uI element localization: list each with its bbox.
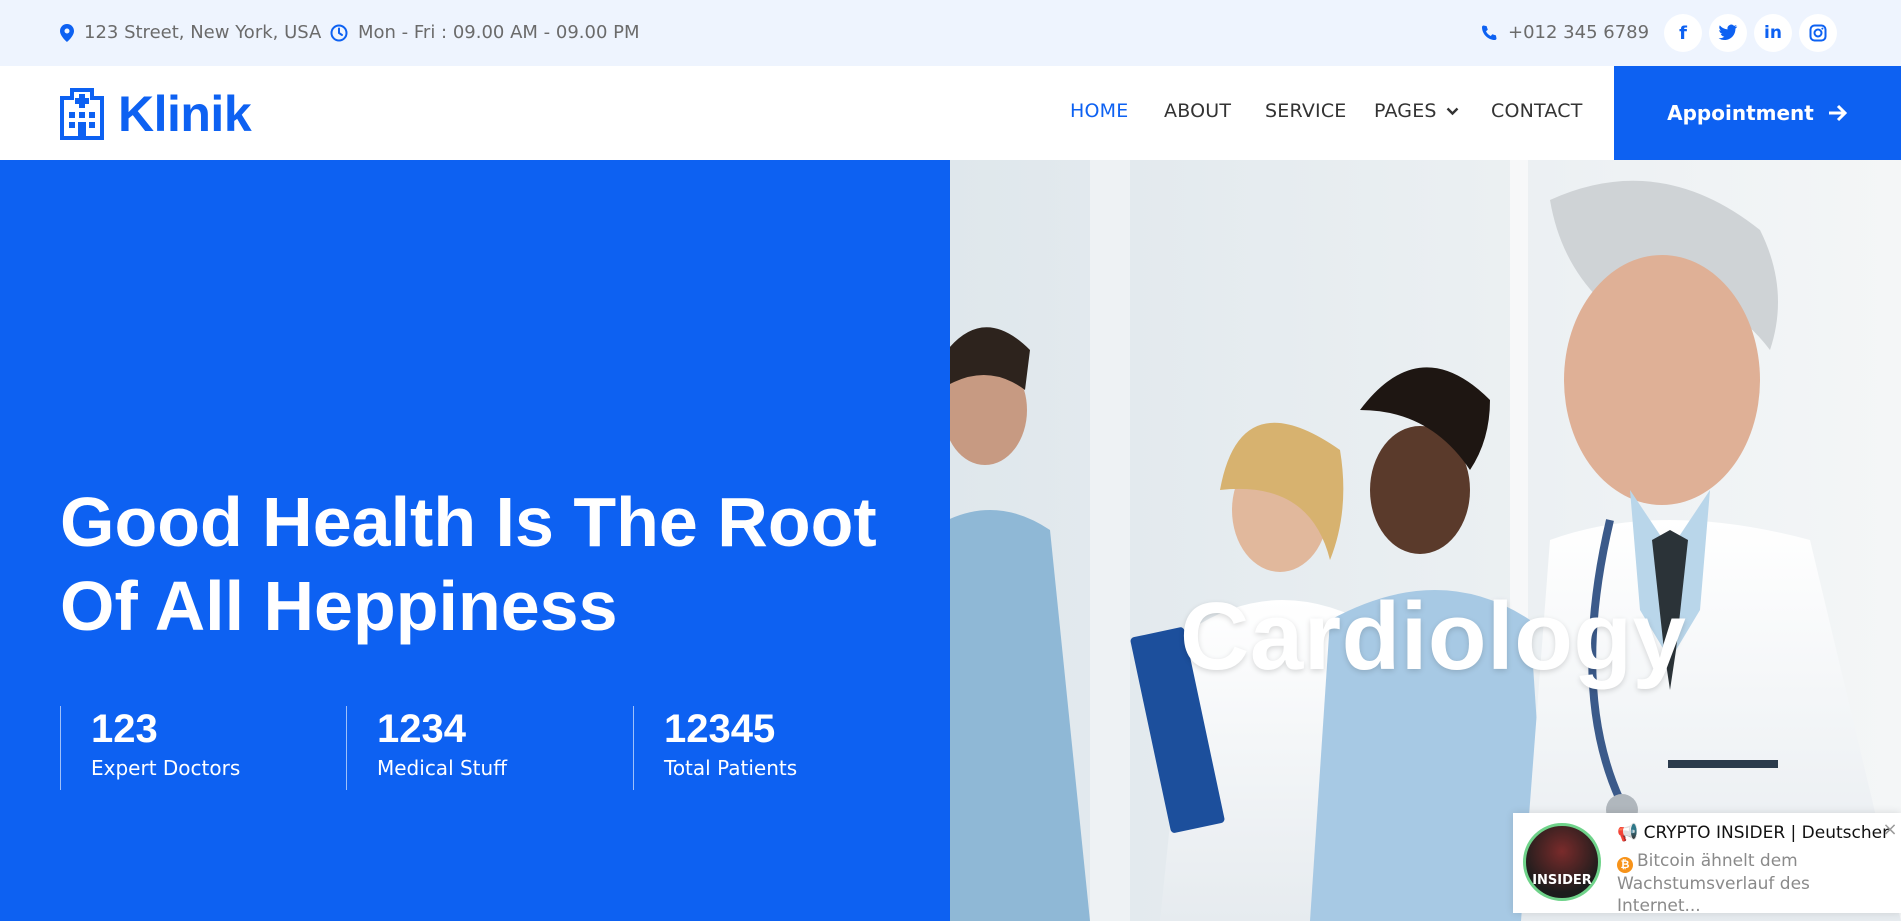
instagram-icon[interactable] [1799, 14, 1837, 52]
push-notification[interactable]: INSIDER 📢 CRYPTO INSIDER | Deutscher ₿ Bi… [1513, 813, 1901, 916]
bitcoin-icon: ₿ [1617, 857, 1633, 873]
slide-caption: Cardiology [1180, 583, 1687, 690]
clock-icon [330, 24, 348, 41]
hero-title: Good Health Is The Root Of All Heppiness [60, 483, 877, 645]
nav-pages-label: PAGES [1374, 100, 1437, 122]
notification-body: ₿ Bitcoin ähnelt dem Wachstumsverlauf des… [1617, 850, 1885, 917]
notification-title: 📢 CRYPTO INSIDER | Deutscher [1617, 823, 1890, 843]
hours-text: Mon - Fri : 09.00 AM - 09.00 PM [358, 22, 640, 43]
nav-about[interactable]: ABOUT [1164, 100, 1231, 122]
stat-label: Expert Doctors [91, 756, 241, 780]
stat-value: 12345 [664, 707, 776, 751]
twitter-icon[interactable] [1709, 14, 1747, 52]
appointment-button[interactable]: Appointment [1614, 66, 1901, 160]
address-item: 123 Street, New York, USA [60, 22, 321, 43]
facebook-icon[interactable]: f [1664, 14, 1702, 52]
stat-value: 1234 [377, 707, 466, 751]
map-marker-icon [60, 23, 74, 42]
brand-name: Klinik [118, 86, 252, 142]
stat-value: 123 [91, 707, 158, 751]
chevron-down-icon [1446, 107, 1459, 116]
phone-icon [1482, 25, 1497, 40]
stat-label: Total Patients [664, 756, 798, 780]
avatar: INSIDER [1523, 823, 1601, 901]
nav-pages[interactable]: PAGES [1374, 100, 1459, 122]
nav-service[interactable]: SERVICE [1265, 100, 1347, 122]
hospital-icon [60, 88, 104, 140]
hero-panel: Good Health Is The Root Of All Heppiness… [0, 160, 950, 921]
stat-expert-doctors: 123 Expert Doctors [60, 706, 240, 790]
phone-item[interactable]: +012 345 6789 [1480, 22, 1649, 43]
nav-contact[interactable]: CONTACT [1491, 100, 1583, 122]
arrow-right-icon [1828, 104, 1847, 122]
notification-message: Bitcoin ähnelt dem Wachstumsverlauf des … [1617, 851, 1810, 916]
stat-total-patients: 12345 Total Patients [633, 706, 797, 790]
stat-medical-stuff: 1234 Medical Stuff [346, 706, 507, 790]
close-icon[interactable]: × [1879, 819, 1901, 841]
hours-item: Mon - Fri : 09.00 AM - 09.00 PM [330, 22, 640, 43]
navbar: Klinik HOME ABOUT SERVICE PAGES CONTACT … [0, 66, 1901, 160]
stat-label: Medical Stuff [377, 756, 507, 780]
linkedin-icon[interactable]: in [1754, 14, 1792, 52]
doctors-photo [950, 160, 1901, 921]
phone-text: +012 345 6789 [1508, 22, 1650, 43]
address-text: 123 Street, New York, USA [84, 22, 322, 43]
hero-image: Cardiology [950, 160, 1901, 921]
brand-logo[interactable]: Klinik [60, 85, 252, 143]
nav-home[interactable]: HOME [1070, 100, 1128, 122]
appointment-label: Appointment [1667, 101, 1814, 125]
top-bar: 123 Street, New York, USA Mon - Fri : 09… [0, 0, 1901, 66]
